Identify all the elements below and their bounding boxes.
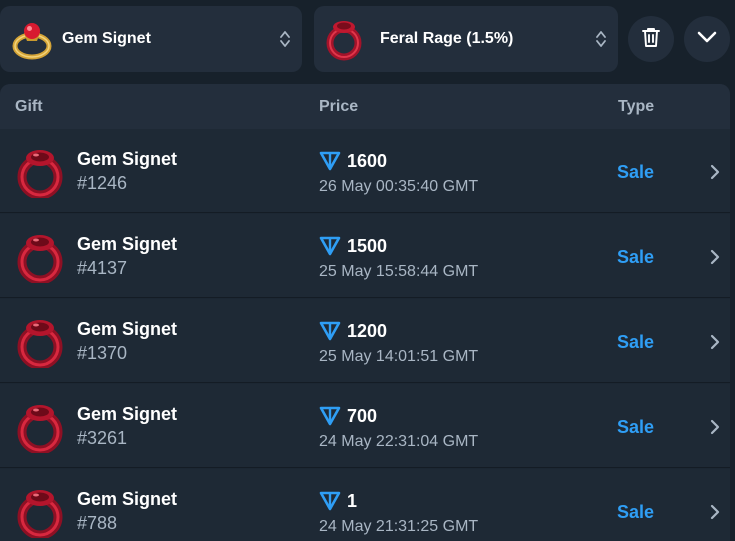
sale-date: 25 May 15:58:44 GMT bbox=[319, 263, 479, 280]
ton-icon bbox=[319, 491, 341, 511]
red-ring-icon bbox=[14, 146, 66, 200]
chevron-right-icon bbox=[708, 503, 722, 521]
ton-icon bbox=[319, 151, 341, 171]
column-header-gift: Gift bbox=[15, 98, 43, 115]
sale-type: Sale bbox=[617, 162, 655, 182]
expand-button[interactable] bbox=[684, 16, 730, 62]
price-value: 700 bbox=[347, 406, 378, 426]
table-row[interactable]: Gem Signet #3261 700 24 May 22:31:04 GMT… bbox=[0, 384, 730, 468]
sale-type: Sale bbox=[617, 247, 655, 267]
gift-name: Gem Signet bbox=[77, 319, 178, 339]
price-value: 1 bbox=[347, 491, 358, 511]
ton-icon bbox=[319, 236, 341, 256]
model-select[interactable]: Feral Rage (1.5%) bbox=[314, 6, 618, 72]
gift-name: Gem Signet bbox=[77, 404, 178, 424]
filter-bar: Gem Signet Feral Rage (1.5%) bbox=[0, 0, 735, 84]
sale-date: 26 May 00:35:40 GMT bbox=[319, 178, 479, 195]
price-value: 1500 bbox=[347, 236, 388, 256]
model-select-label: Feral Rage (1.5%) bbox=[380, 30, 514, 47]
clear-filter-button[interactable] bbox=[628, 16, 674, 62]
sale-type: Sale bbox=[617, 332, 655, 352]
gift-number: #3261 bbox=[77, 428, 128, 448]
red-ring-icon bbox=[322, 15, 366, 63]
gift-number: #4137 bbox=[77, 258, 128, 278]
sale-type: Sale bbox=[617, 417, 655, 437]
trash-icon bbox=[641, 26, 661, 53]
gift-number: #788 bbox=[77, 513, 118, 533]
column-header-price: Price bbox=[319, 98, 359, 115]
price-value: 1200 bbox=[347, 321, 388, 341]
red-ring-icon bbox=[14, 486, 66, 540]
table-row[interactable]: Gem Signet #4137 1500 25 May 15:58:44 GM… bbox=[0, 214, 730, 298]
gift-name: Gem Signet bbox=[77, 149, 178, 169]
chevron-right-icon bbox=[708, 333, 722, 351]
table-row[interactable]: Gem Signet #1246 1600 26 May 00:35:40 GM… bbox=[0, 129, 730, 213]
ton-icon bbox=[319, 321, 341, 341]
gift-number: #1246 bbox=[77, 173, 128, 193]
column-header-type: Type bbox=[618, 98, 655, 115]
sort-updown-icon bbox=[278, 28, 292, 50]
table-row[interactable]: Gem Signet #1370 1200 25 May 14:01:51 GM… bbox=[0, 299, 730, 383]
red-ring-icon bbox=[14, 401, 66, 455]
gift-select-label: Gem Signet bbox=[62, 30, 151, 47]
sale-date: 24 May 22:31:04 GMT bbox=[319, 433, 479, 450]
red-ring-icon bbox=[14, 231, 66, 285]
sale-date: 24 May 21:31:25 GMT bbox=[319, 518, 479, 535]
gift-name: Gem Signet bbox=[77, 489, 178, 509]
chevron-right-icon bbox=[708, 418, 722, 436]
gift-name: Gem Signet bbox=[77, 234, 178, 254]
chevron-right-icon bbox=[708, 248, 722, 266]
table-header: Gift Price Type bbox=[0, 84, 730, 129]
gift-select[interactable]: Gem Signet bbox=[0, 6, 302, 72]
gold-ring-icon bbox=[8, 15, 56, 63]
price-value: 1600 bbox=[347, 151, 388, 171]
sort-updown-icon bbox=[594, 28, 608, 50]
chevron-down-icon bbox=[696, 30, 718, 49]
sale-type: Sale bbox=[617, 502, 655, 522]
gift-number: #1370 bbox=[77, 343, 128, 363]
sale-date: 25 May 14:01:51 GMT bbox=[319, 348, 479, 365]
ton-icon bbox=[319, 406, 341, 426]
sales-table: Gift Price Type Gem Signet #1246 1600 26… bbox=[0, 84, 730, 541]
red-ring-icon bbox=[14, 316, 66, 370]
table-row[interactable]: Gem Signet #788 1 24 May 21:31:25 GMT Sa… bbox=[0, 469, 730, 541]
chevron-right-icon bbox=[708, 163, 722, 181]
